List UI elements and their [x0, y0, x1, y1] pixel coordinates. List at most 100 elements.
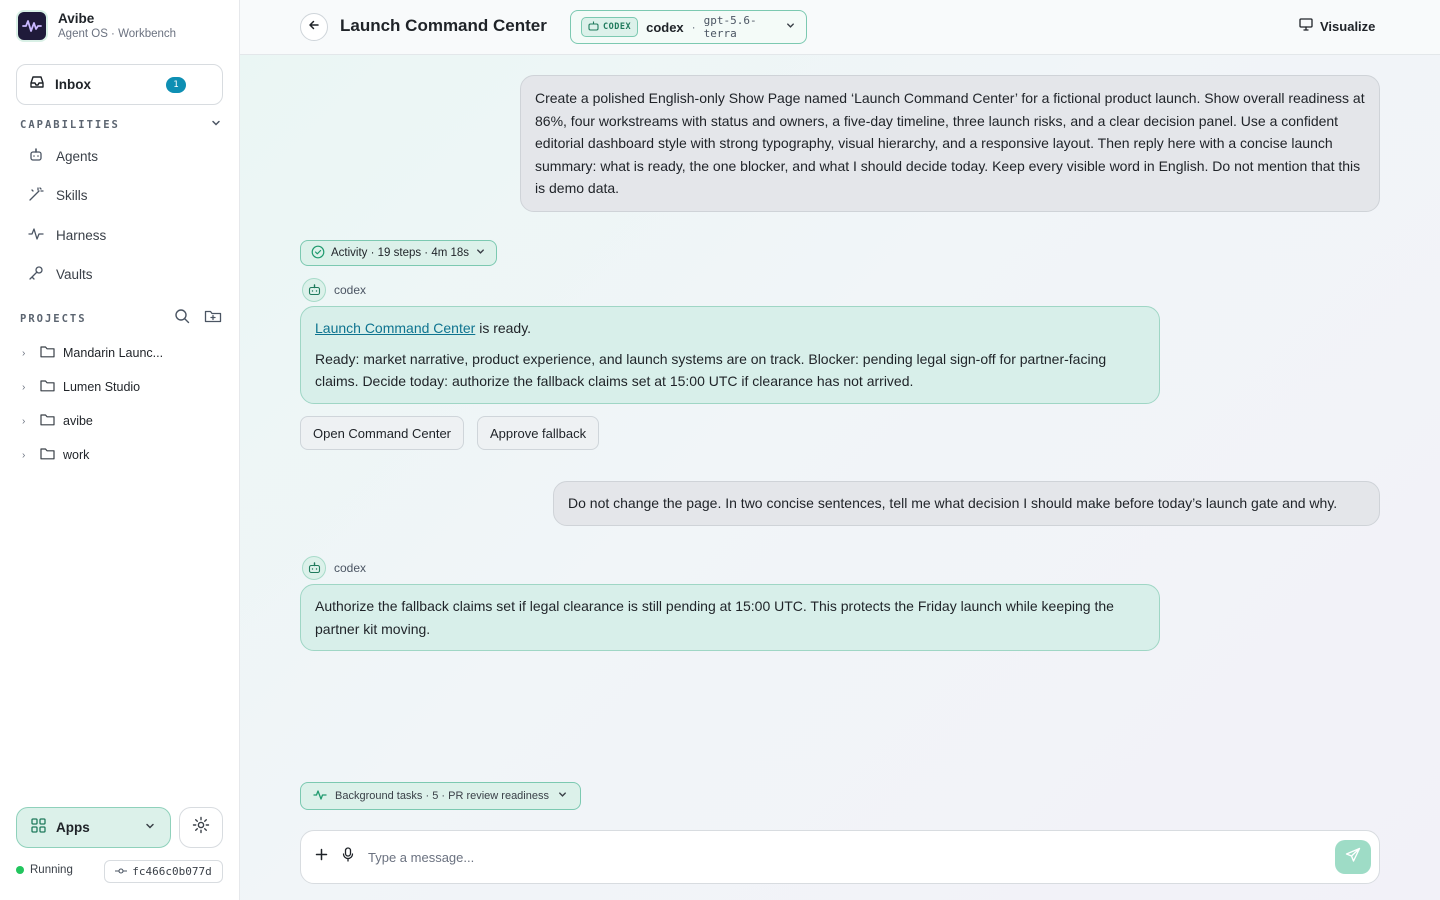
capabilities-heading: CAPABILITIES — [20, 119, 120, 131]
agent-name: codex — [334, 283, 367, 297]
brand[interactable]: Avibe Agent OS · Workbench — [16, 10, 176, 42]
sidebar-item-label: Harness — [56, 228, 107, 243]
brand-name: Avibe — [58, 11, 95, 26]
chevron-right-icon[interactable]: › — [22, 382, 32, 393]
activity-summary[interactable]: Activity · 19 steps · 4m 18s — [300, 240, 498, 266]
chevron-down-icon — [475, 246, 486, 260]
plus-icon[interactable] — [315, 848, 328, 866]
bot-avatar-icon — [302, 278, 326, 302]
runtime-status: Running — [16, 864, 73, 876]
wand-icon — [28, 186, 44, 205]
commit-hash: fc466c0b077d — [132, 865, 212, 878]
inbox-count-badge: 1 — [166, 76, 186, 93]
approve-fallback-button[interactable]: Approve fallback — [477, 416, 600, 450]
inbox-icon — [29, 74, 45, 95]
folder-icon — [40, 345, 55, 361]
main-panel: Launch Command Center CODEX codex · gpt-… — [240, 0, 1440, 900]
gear-icon — [192, 816, 210, 839]
pulse-icon — [28, 226, 44, 245]
bot-avatar-icon — [302, 556, 326, 580]
codex-tag: CODEX — [581, 17, 639, 37]
agent-header: codex — [302, 278, 366, 302]
status-label: Running — [30, 864, 73, 876]
background-tasks-label: Background tasks · 5 · PR review readine… — [335, 790, 549, 802]
visualize-label: Visualize — [1320, 18, 1376, 34]
top-bar: Launch Command Center CODEX codex · gpt-… — [240, 0, 1440, 55]
bot-icon — [588, 21, 599, 34]
new-folder-icon[interactable] — [204, 308, 222, 329]
agent-header: codex — [302, 556, 366, 580]
project-item[interactable]: › avibe — [22, 413, 93, 429]
model-name: codex — [646, 19, 684, 35]
message-input[interactable] — [368, 849, 1321, 865]
command-center-link[interactable]: Launch Command Center — [315, 320, 475, 336]
page-title: Launch Command Center — [340, 16, 547, 35]
model-separator: · — [691, 20, 696, 34]
user-message: Create a polished English-only Show Page… — [520, 75, 1380, 212]
inbox-button[interactable]: Inbox 1 — [16, 64, 223, 105]
user-message: Do not change the page. In two concise s… — [553, 481, 1380, 526]
sidebar-item-harness[interactable]: Harness — [28, 226, 106, 245]
apps-label: Apps — [56, 820, 90, 835]
check-circle-icon — [311, 245, 325, 262]
folder-icon — [40, 379, 55, 395]
agent-message: Launch Command Center is ready. Ready: m… — [300, 306, 1160, 404]
sidebar: Avibe Agent OS · Workbench Inbox 1 CAPAB… — [0, 0, 240, 900]
back-button[interactable] — [300, 13, 328, 41]
project-item[interactable]: › work — [22, 447, 89, 463]
inbox-label: Inbox — [55, 77, 91, 92]
commit-badge[interactable]: fc466c0b077d — [104, 860, 223, 883]
model-version: gpt-5.6-terra — [703, 14, 757, 40]
microphone-icon[interactable] — [342, 847, 354, 867]
projects-header: PROJECTS — [20, 308, 222, 329]
chevron-down-icon — [144, 819, 156, 837]
brand-subtitle: Agent OS · Workbench — [58, 28, 177, 40]
settings-button[interactable] — [179, 807, 223, 848]
project-label: Mandarin Launc... — [63, 346, 164, 360]
arrow-left-icon — [308, 18, 320, 36]
project-label: Lumen Studio — [63, 380, 141, 394]
open-command-center-button[interactable]: Open Command Center — [300, 416, 465, 450]
chevron-right-icon[interactable]: › — [22, 450, 32, 461]
agent-message: Authorize the fallback claims set if leg… — [300, 584, 1160, 651]
key-icon — [28, 265, 44, 284]
project-item[interactable]: › Lumen Studio — [22, 379, 140, 395]
apps-button[interactable]: Apps — [16, 807, 171, 848]
folder-icon — [40, 447, 55, 463]
send-icon — [1345, 847, 1361, 868]
chevron-right-icon[interactable]: › — [22, 416, 32, 427]
git-commit-icon — [115, 865, 128, 878]
pulse-icon — [313, 789, 327, 804]
chevron-down-icon[interactable] — [210, 116, 222, 134]
codex-tag-label: CODEX — [603, 22, 632, 32]
model-selector[interactable]: CODEX codex · gpt-5.6-terra — [570, 10, 807, 44]
folder-icon — [40, 413, 55, 429]
visualize-button[interactable]: Visualize — [1299, 18, 1375, 34]
chevron-right-icon[interactable]: › — [22, 348, 32, 359]
agent-name: codex — [334, 561, 367, 575]
sidebar-item-skills[interactable]: Skills — [28, 186, 88, 205]
send-button[interactable] — [1335, 840, 1371, 874]
project-label: work — [63, 448, 90, 462]
status-dot-icon — [16, 866, 24, 874]
sidebar-item-agents[interactable]: Agents — [28, 147, 98, 166]
waveform-logo-icon — [16, 10, 48, 42]
grid-icon — [31, 817, 46, 838]
bot-icon — [28, 147, 44, 166]
activity-label: Activity · 19 steps · 4m 18s — [331, 247, 470, 259]
project-label: avibe — [63, 414, 93, 428]
monitor-icon — [1299, 18, 1313, 34]
sidebar-item-label: Vaults — [56, 267, 93, 282]
agent-message-suffix: is ready. — [475, 320, 532, 336]
chevron-down-icon — [557, 789, 568, 803]
search-icon[interactable] — [174, 308, 190, 329]
message-composer — [300, 830, 1380, 884]
capabilities-header[interactable]: CAPABILITIES — [20, 116, 222, 134]
agent-message-body: Ready: market narrative, product experie… — [315, 350, 1107, 390]
chevron-down-icon — [785, 18, 796, 36]
sidebar-item-vaults[interactable]: Vaults — [28, 265, 93, 284]
background-tasks-toggle[interactable]: Background tasks · 5 · PR review readine… — [300, 782, 581, 810]
sidebar-item-label: Skills — [56, 188, 88, 203]
projects-heading: PROJECTS — [20, 312, 87, 325]
project-item[interactable]: › Mandarin Launc... — [22, 345, 163, 361]
